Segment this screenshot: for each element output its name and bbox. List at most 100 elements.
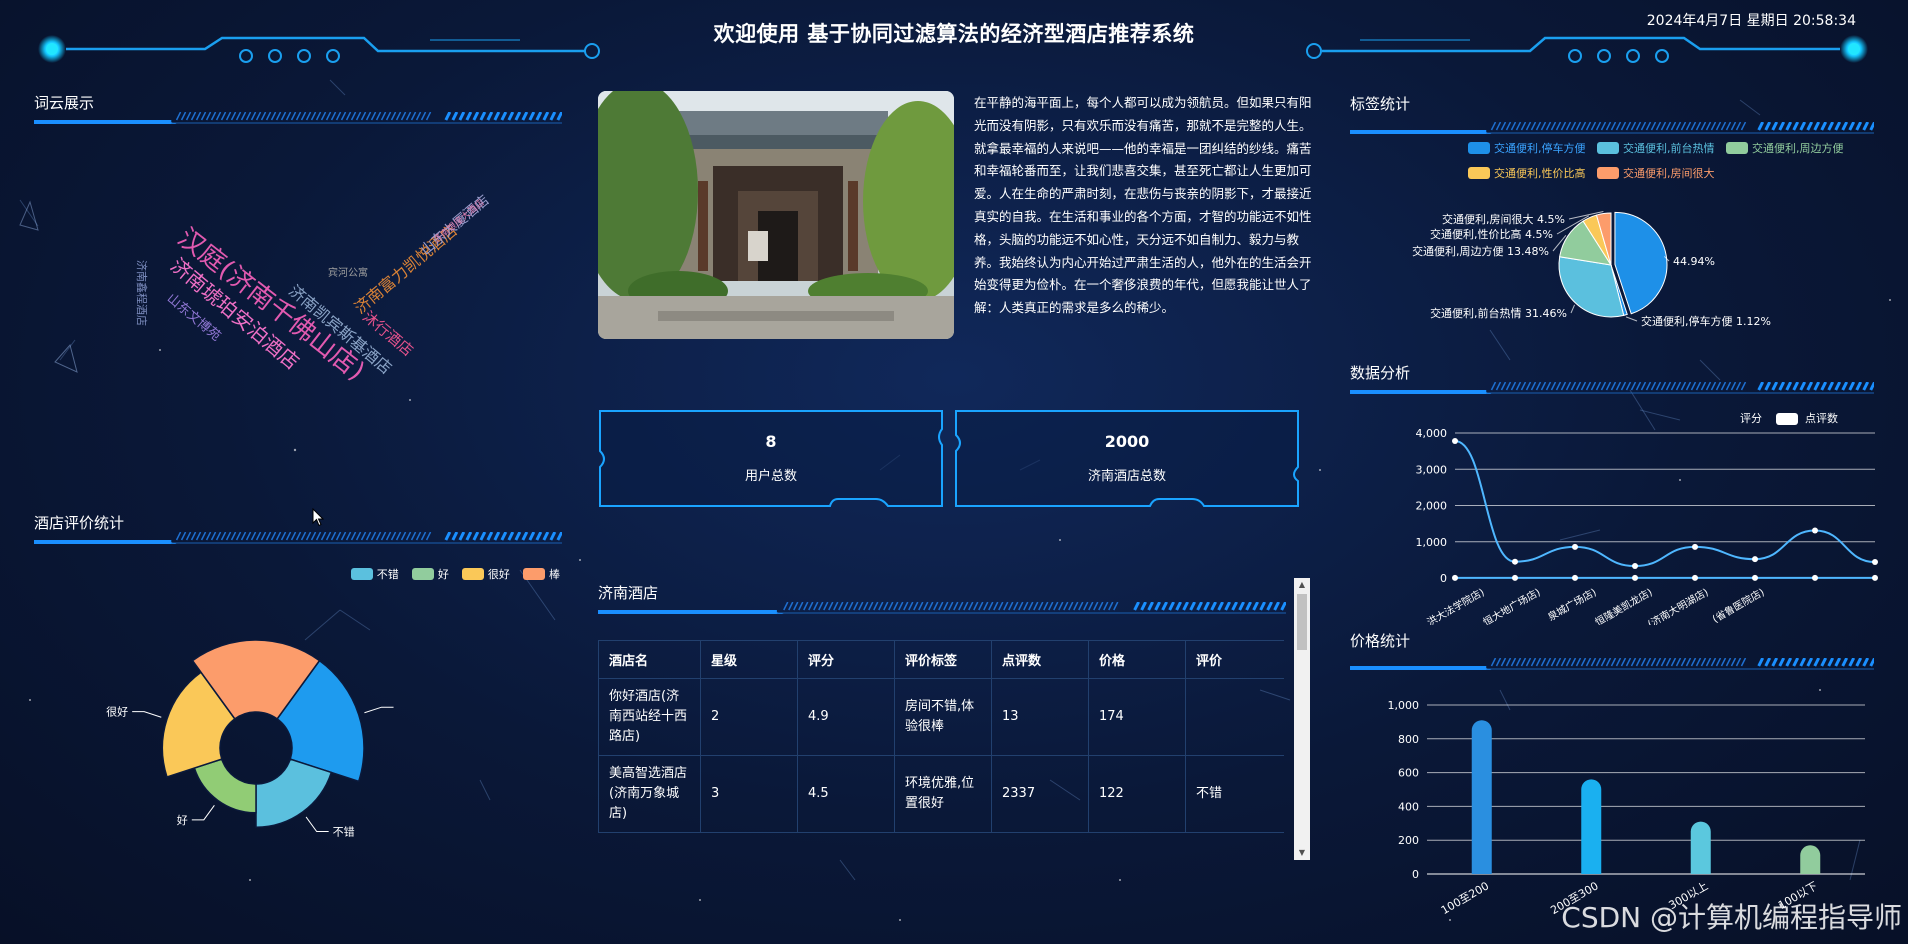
title-bar-hatch [458,532,466,541]
title-bar-hatch [1505,382,1512,391]
title-bar-hatch [1585,658,1592,667]
title-bar-hatch [1182,602,1189,611]
column-header[interactable]: 评价 [1185,640,1284,679]
bar[interactable] [1690,821,1711,874]
title-bar-hatch [888,602,894,611]
scroll-down-arrow-icon[interactable]: ▼ [1294,846,1310,860]
title-bar-hatch [1785,122,1793,131]
data-point[interactable] [1572,543,1578,550]
title-bar-hatch [883,602,889,611]
data-point[interactable] [1452,574,1458,581]
title-underline [1350,658,1874,670]
x-tick-label: (省鲁医院店) [1710,585,1767,625]
title-bar-hatch [868,602,874,611]
y-tick-label: 1,000 [1388,699,1420,712]
title-bar-hatch [1245,602,1252,611]
legend-item[interactable]: 好 [411,566,449,582]
table-row[interactable]: 美高智选酒店(济南万象城店) 3 4.5 环境优雅,位置很好 2337 122 … [598,755,1284,833]
title-bar-hatch [290,112,297,121]
data-point[interactable] [1632,563,1638,570]
data-point[interactable] [1812,574,1818,581]
legend-item[interactable]: 交通便利,房间很大 [1597,165,1715,181]
title-bar-hatch [380,112,387,121]
title-bar-hatch [225,112,232,121]
legend-item[interactable]: 棒 [523,566,560,582]
pie-leader-line [1570,304,1576,314]
title-bar-hatch [465,112,473,121]
title-bar-hatch [1705,122,1712,131]
column-header[interactable]: 星级 [700,640,798,679]
legend-item[interactable]: 很好 [461,566,510,582]
data-point[interactable] [1512,574,1518,581]
table-scrollbar[interactable]: ▲ ▼ [1294,578,1310,860]
price-bar-chart: 02004006008001,000100至200 200至300 300以上 100… [1388,699,1865,917]
pie-slice[interactable] [1614,211,1668,315]
data-point[interactable] [1572,574,1578,581]
title-bar-hatch [1545,382,1552,391]
title-bar-hatch [1710,658,1717,667]
legend-item[interactable]: 交通便利,停车方便 [1468,140,1586,156]
data-point[interactable] [1692,574,1698,581]
title-bar-hatch [1058,602,1064,611]
legend-item[interactable]: 交通便利,周边方便 [1726,140,1844,156]
title-bar-hatch [1530,658,1537,667]
title-bar-hatch [1038,602,1044,611]
wordcloud-word[interactable]: 济南鑫程酒店 [134,260,150,326]
rose-slice[interactable] [255,758,333,828]
data-point[interactable] [1812,527,1818,534]
title-bar-hatch [280,112,287,121]
legend-swatch [350,568,373,580]
data-point[interactable] [1872,559,1878,566]
title-bar-hatch [973,602,979,611]
title-bar-hatch [1792,122,1800,131]
column-header[interactable]: 评分 [797,640,895,679]
data-point[interactable] [1692,543,1698,550]
title-bar-hatch [1590,382,1597,391]
bar[interactable] [1800,845,1821,874]
title-bar-hatch [1217,602,1224,611]
column-header[interactable]: 点评数 [991,640,1089,679]
wordcloud-word[interactable]: 宾河公寓 [328,264,368,279]
title-bar-hatch [878,602,884,611]
column-header[interactable]: 价格 [1088,640,1186,679]
title-bar-hatch [1154,602,1161,611]
x-tick-label: 泉城广场店) [1545,585,1598,623]
scroll-up-arrow-icon[interactable]: ▲ [1294,578,1310,592]
pie-slice[interactable] [1558,256,1625,318]
title-bar-hatch [1103,602,1109,611]
title-bar-hatch [1018,602,1024,611]
hotel-table: 酒店名 星级 评分 评价标签 点评数 价格 评价 你好酒店(济南西站经十西路店)… [598,640,1284,833]
title-bar-hatch [1585,382,1592,391]
bar[interactable] [1471,720,1492,874]
title-bar-hatch [1757,658,1765,667]
data-point[interactable] [1752,556,1758,563]
scrollbar-thumb[interactable] [1297,594,1307,650]
data-point[interactable] [1452,437,1458,444]
title-bar-hatch [528,532,536,541]
data-point[interactable] [1872,574,1878,581]
data-point[interactable] [1632,574,1638,581]
table-row[interactable]: 你好酒店(济南西站经十西路店) 2 4.9 房间不错,体验很棒 13 174 [598,678,1284,756]
column-header[interactable]: 酒店名 [598,640,701,679]
title-bar-hatch [1083,602,1089,611]
rose-slice[interactable] [193,758,257,814]
title-bar-hatch [556,532,562,541]
title-bar-hatch [235,112,242,121]
title-bar-hatch [320,532,327,541]
title-bar-hatch [365,112,372,121]
page-title: 欢迎使用 基于协同过滤算法的经济型酒店推荐系统 [713,22,1195,46]
legend-item[interactable]: 交通便利,前台热情 [1597,140,1715,156]
legend-item[interactable]: 不错 [350,566,399,582]
column-header[interactable]: 评价标签 [894,640,992,679]
title-bar-hatch [1764,382,1772,391]
title-bar-hatch [1660,658,1667,667]
data-point[interactable] [1752,574,1758,581]
data-point[interactable] [1512,558,1518,565]
title-bar-hatch [843,602,849,611]
title-bar-hatch [1764,658,1772,667]
legend-item[interactable]: 交通便利,性价比高 [1468,165,1586,181]
title-bar-hatch [370,112,377,121]
title-bar-hatch [190,112,197,121]
legend-swatch [1468,142,1490,154]
bar[interactable] [1581,779,1602,874]
